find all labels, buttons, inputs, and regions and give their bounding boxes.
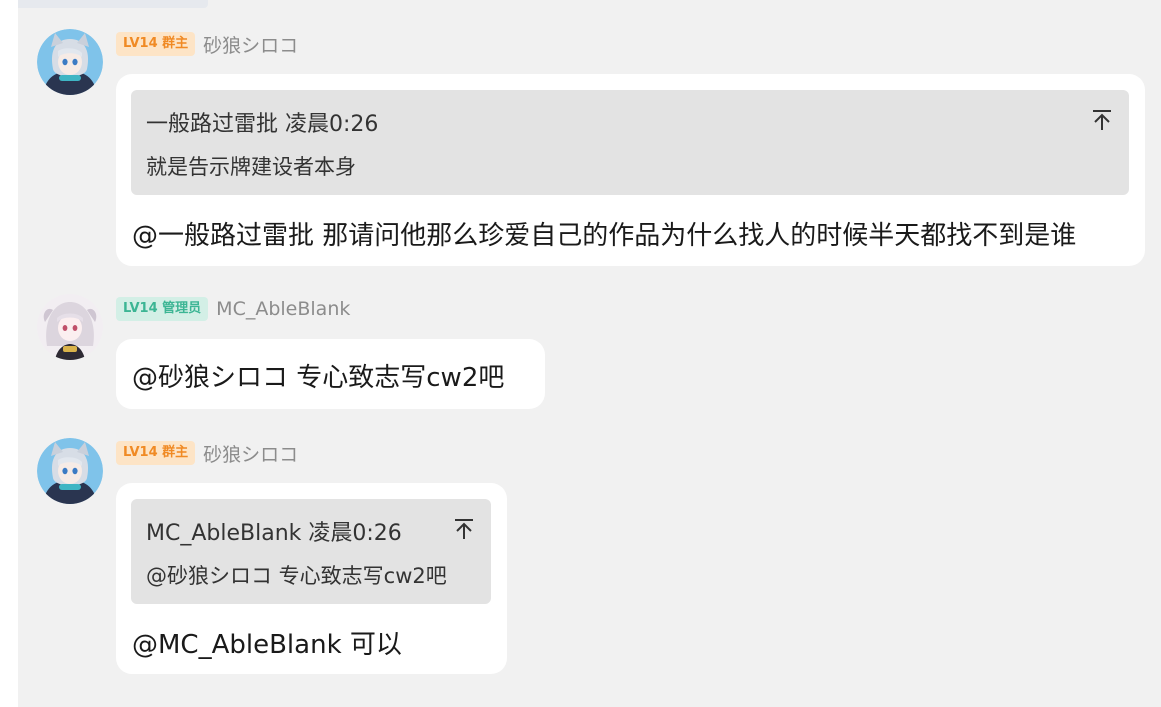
jump-to-top-icon[interactable] [453, 517, 475, 541]
quote-header: 一般路过雷批 凌晨0:26 [146, 106, 378, 138]
message-text: @一般路过雷批 那请问他那么珍爱自己的作品为什么找人的时候半天都找不到是谁 [132, 221, 1077, 251]
message-text: @砂狼シロコ 专心致志写cw2吧 [132, 363, 505, 393]
quote-text: @砂狼シロコ 专心致志写cw2吧 [146, 564, 447, 588]
quote-time: 凌晨0:26 [308, 521, 402, 546]
sender-name[interactable]: 砂狼シロコ [203, 31, 298, 58]
sender-name[interactable]: 砂狼シロコ [203, 440, 298, 467]
owner-badge: LV14 群主 [116, 32, 196, 56]
top-strip [18, 0, 208, 8]
avatar-mc-ableblank[interactable] [37, 294, 103, 360]
quote-author: 一般路过雷批 [146, 112, 279, 137]
message-header: LV14 群主 砂狼シロコ [116, 31, 298, 58]
anime-avatar-icon [37, 294, 103, 360]
message-bubble[interactable]: @砂狼シロコ 专心致志写cw2吧 [116, 339, 545, 409]
anime-avatar-icon [37, 438, 103, 504]
admin-badge: LV14 管理员 [116, 297, 209, 321]
quote-text: 就是告示牌建设者本身 [146, 155, 356, 179]
message-header: LV14 群主 砂狼シロコ [116, 440, 298, 467]
message-header: LV14 管理员 MC_AbleBlank [116, 297, 350, 321]
anime-avatar-icon [37, 29, 103, 95]
avatar-sunaookami[interactable] [37, 29, 103, 95]
jump-to-top-icon[interactable] [1091, 108, 1113, 132]
avatar-sunaookami[interactable] [37, 438, 103, 504]
message-bubble[interactable]: 一般路过雷批 凌晨0:26 就是告示牌建设者本身 @一般路过雷批 那请问他那么珍… [116, 74, 1145, 266]
quote-author: MC_AbleBlank [146, 521, 302, 546]
owner-badge: LV14 群主 [116, 441, 196, 465]
quote-header: MC_AbleBlank 凌晨0:26 [146, 515, 402, 547]
quoted-message[interactable]: MC_AbleBlank 凌晨0:26 @砂狼シロコ 专心致志写cw2吧 [131, 499, 491, 604]
quote-time: 凌晨0:26 [285, 112, 379, 137]
message-bubble[interactable]: MC_AbleBlank 凌晨0:26 @砂狼シロコ 专心致志写cw2吧 @MC… [116, 483, 507, 674]
sender-name[interactable]: MC_AbleBlank [216, 298, 350, 320]
message-text: @MC_AbleBlank 可以 [132, 630, 402, 660]
quoted-message[interactable]: 一般路过雷批 凌晨0:26 就是告示牌建设者本身 [131, 90, 1129, 195]
